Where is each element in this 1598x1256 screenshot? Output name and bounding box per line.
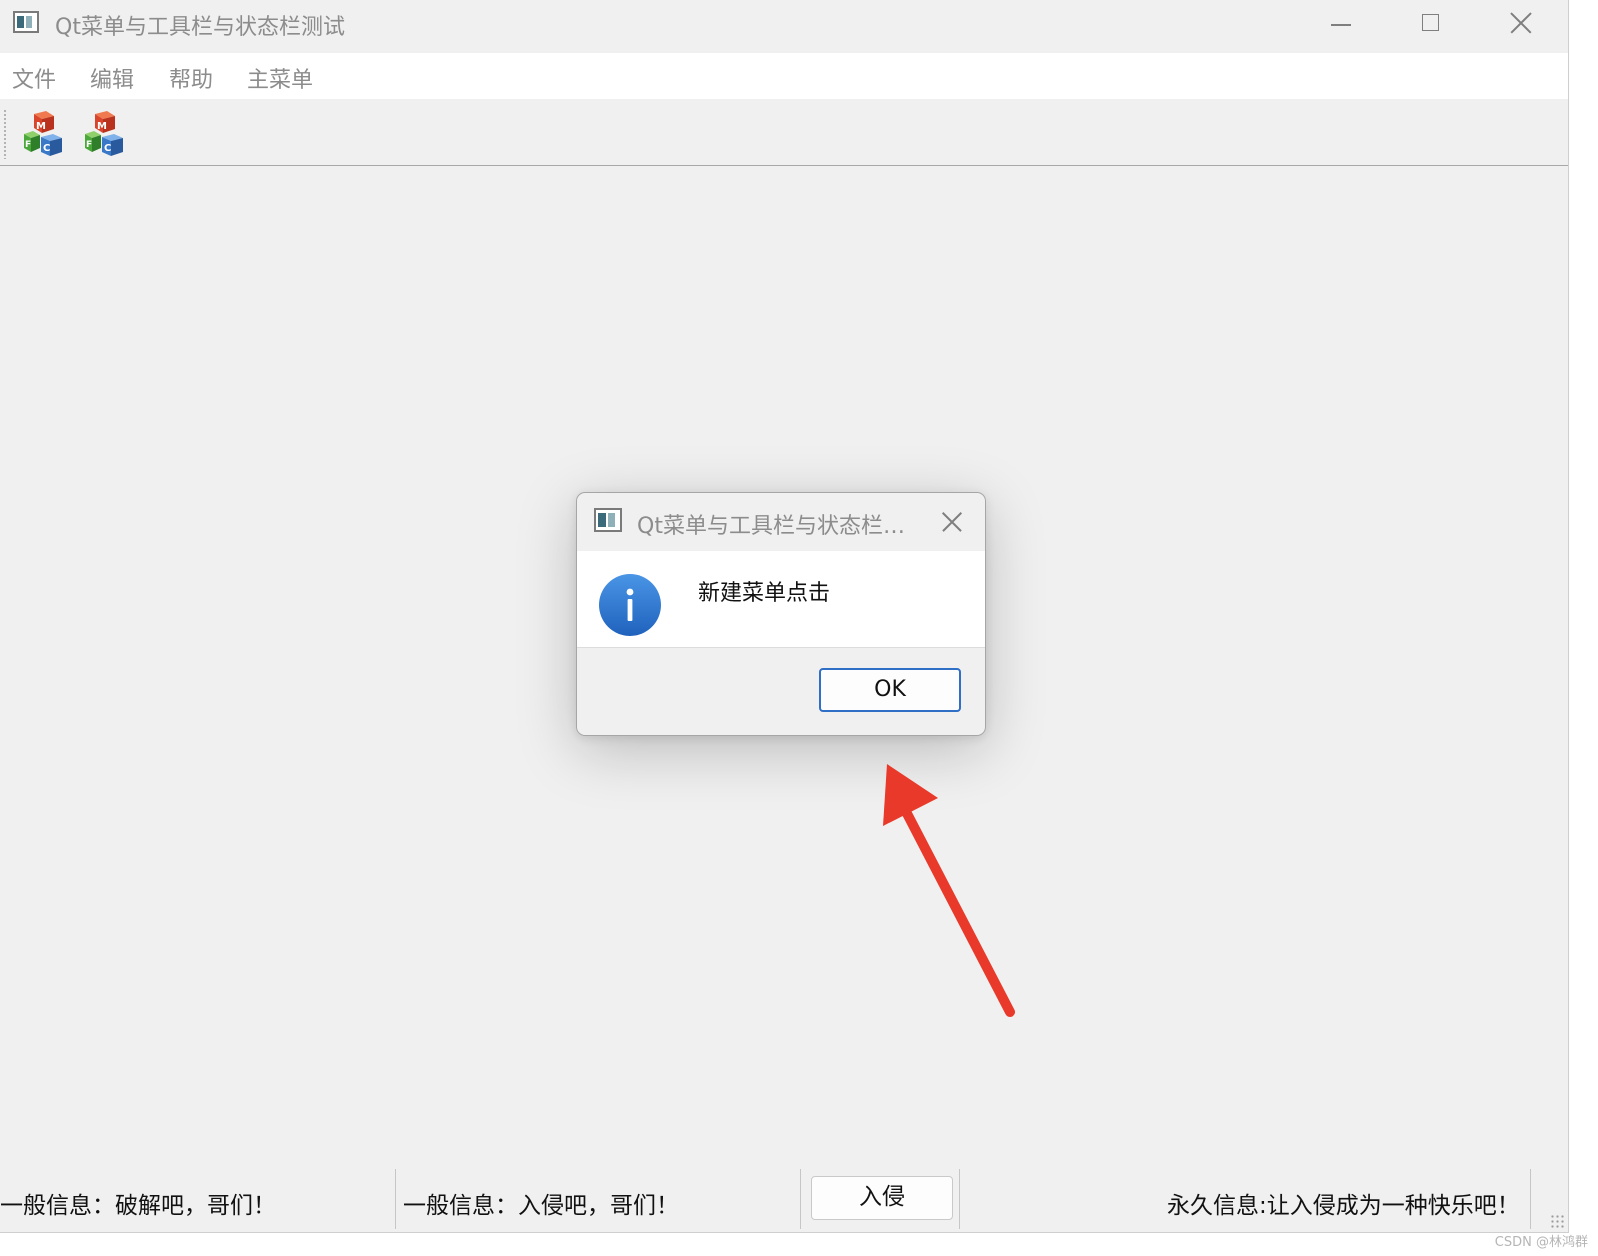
permanent-status-message: 永久信息:让入侵成为一种快乐吧！	[1167, 1193, 1520, 1219]
svg-text:C: C	[43, 143, 50, 154]
dialog-close-icon[interactable]	[937, 507, 967, 537]
svg-text:M: M	[97, 121, 107, 132]
status-separator	[395, 1169, 396, 1229]
status-separator	[959, 1169, 960, 1229]
toolbar-button-2[interactable]: M F C	[79, 108, 129, 158]
title-bar[interactable]: Qt菜单与工具栏与状态栏测试	[0, 0, 1568, 52]
tool-bar: M F C M F C	[0, 101, 1568, 166]
close-button[interactable]	[1476, 0, 1566, 48]
minimize-button[interactable]	[1296, 0, 1386, 48]
ok-button[interactable]: OK	[819, 668, 961, 712]
watermark: CSDN @林鸿群	[1494, 1235, 1588, 1250]
dialog-title: Qt菜单与工具栏与状态栏测试	[637, 514, 919, 539]
menu-bar: 文件 编辑 帮助 主菜单	[0, 53, 1568, 99]
menu-edit[interactable]: 编辑	[90, 62, 134, 94]
mfc-cubes-icon: M F C	[24, 111, 62, 156]
dialog-title-bar[interactable]: Qt菜单与工具栏与状态栏测试	[577, 493, 985, 551]
svg-text:F: F	[25, 140, 31, 150]
maximize-button[interactable]	[1386, 0, 1476, 48]
status-separator	[800, 1169, 801, 1229]
information-icon	[599, 574, 661, 636]
status-message-1: 一般信息：破解吧，哥们！	[0, 1193, 276, 1219]
resize-grip[interactable]	[1550, 1214, 1564, 1228]
mfc-cubes-icon: M F C	[85, 111, 123, 156]
toolbar-button-1[interactable]: M F C	[18, 108, 68, 158]
window-title: Qt菜单与工具栏与状态栏测试	[55, 15, 345, 40]
svg-text:C: C	[104, 143, 111, 154]
menu-file[interactable]: 文件	[12, 62, 56, 94]
close-icon	[1510, 12, 1532, 34]
app-window-icon	[13, 11, 39, 33]
menu-help[interactable]: 帮助	[169, 62, 213, 94]
dialog-window-icon	[594, 508, 622, 532]
message-box-dialog: Qt菜单与工具栏与状态栏测试 新建菜单点击 OK	[576, 492, 986, 736]
svg-text:F: F	[86, 140, 92, 150]
status-separator	[1530, 1169, 1531, 1229]
svg-text:M: M	[36, 121, 46, 132]
dialog-message: 新建菜单点击	[698, 581, 831, 606]
menu-main[interactable]: 主菜单	[247, 62, 313, 94]
status-message-2: 一般信息：入侵吧，哥们！	[403, 1193, 679, 1219]
dialog-body: 新建菜单点击	[577, 551, 985, 648]
status-bar: 一般信息：破解吧，哥们！ 一般信息：入侵吧，哥们！ 入侵 永久信息:让入侵成为一…	[0, 1166, 1568, 1232]
toolbar-grip-handle[interactable]	[3, 109, 7, 159]
intrude-button[interactable]: 入侵	[811, 1176, 953, 1220]
minimize-icon	[1331, 24, 1351, 26]
maximize-icon	[1422, 14, 1439, 31]
